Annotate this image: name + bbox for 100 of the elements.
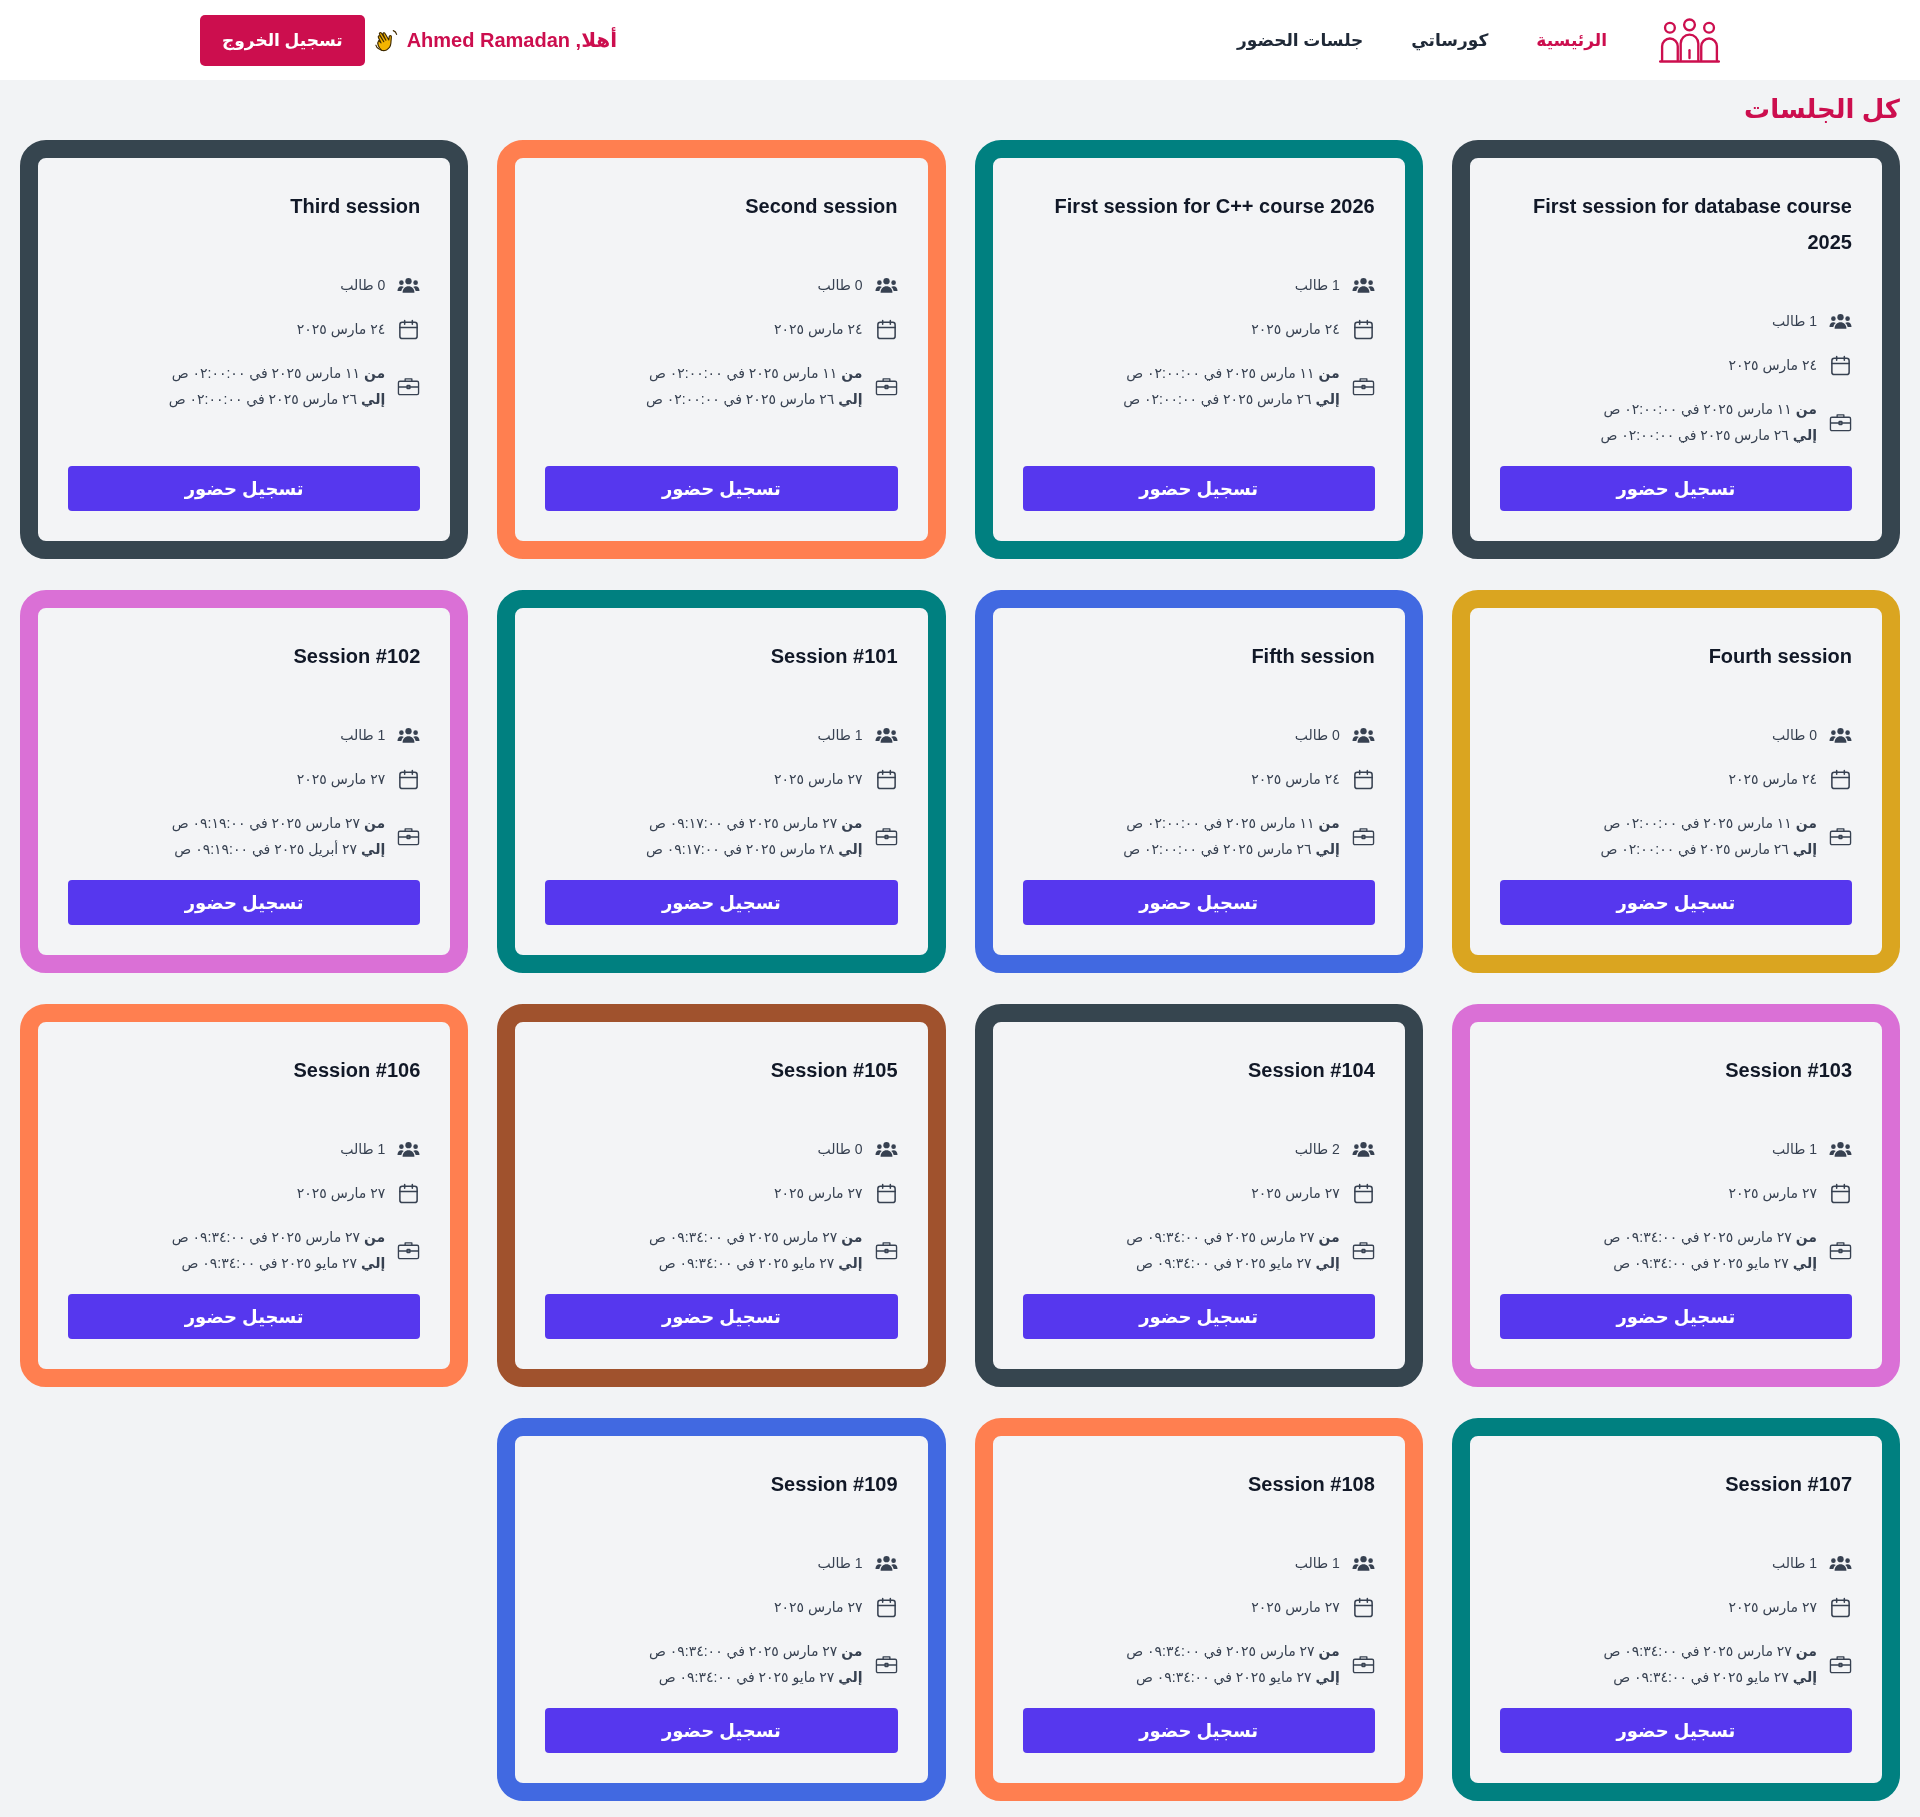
session-date: ٢٤ مارس ٢٠٢٥: [1728, 356, 1817, 376]
attendance-button[interactable]: تسجيل حضور: [1499, 1708, 1852, 1753]
students-count: 2 طالب: [1294, 1140, 1340, 1159]
session-title: First session for C++ course 2026: [1053, 194, 1375, 219]
calendar-icon: [1829, 353, 1852, 377]
end-time-text: إلي ٢٨ مارس ٢٠٢٥ في ٠٩:١٧:٠٠ ص: [645, 840, 863, 860]
start-time-text: من ١١ مارس ٢٠٢٥ في ٠٢:٠٠:٠٠ ص: [1603, 814, 1817, 834]
nav-link[interactable]: الرئيسية: [1536, 29, 1607, 51]
calendar-icon: [397, 317, 421, 341]
session-title: Session #103: [1724, 1058, 1852, 1083]
attendance-button[interactable]: تسجيل حضور: [545, 1294, 898, 1339]
start-time-text: من ٢٧ مارس ٢٠٢٥ في ٠٩:٣٤:٠٠ ص: [648, 1228, 863, 1248]
students-count: 0 طالب: [1294, 726, 1340, 745]
attendance-button[interactable]: تسجيل حضور: [1022, 1708, 1375, 1753]
session-date: ٢٧ مارس ٢٠٢٥: [1728, 1184, 1817, 1204]
students-count: 1 طالب: [340, 726, 386, 745]
nav-link[interactable]: جلسات الحضور: [1237, 29, 1364, 51]
students-count: 1 طالب: [340, 1140, 386, 1159]
session-date: ٢٧ مارس ٢٠٢٥: [773, 770, 863, 790]
people-group-logo-icon[interactable]: [1659, 17, 1720, 63]
students-count: 1 طالب: [1771, 1140, 1817, 1159]
attendance-button[interactable]: تسجيل حضور: [1499, 880, 1852, 925]
start-time-text: من ١١ مارس ٢٠٢٥ في ٠٢:٠٠:٠٠ ص: [648, 364, 863, 384]
end-time-text: إلي ٢٦ مارس ٢٠٢٥ في ٠٢:٠٠:٠٠ ص: [168, 390, 386, 410]
students-count: 0 طالب: [817, 276, 863, 295]
session-date: ٢٧ مارس ٢٠٢٥: [1728, 1598, 1817, 1618]
start-time-text: من ٢٧ مارس ٢٠٢٥ في ٠٩:٣٤:٠٠ ص: [171, 1228, 386, 1248]
students-count: 1 طالب: [817, 726, 863, 745]
end-time-text: إلي ٢٦ مارس ٢٠٢٥ في ٠٢:٠٠:٠٠ ص: [1600, 426, 1817, 446]
calendar-icon: [1351, 1595, 1375, 1619]
calendar-icon: [1351, 767, 1375, 791]
attendance-button[interactable]: تسجيل حضور: [545, 466, 898, 511]
start-time-text: من ٢٧ مارس ٢٠٢٥ في ٠٩:٣٤:٠٠ ص: [1126, 1228, 1340, 1248]
waving-hand-icon: [373, 27, 399, 53]
session-title: Fourth session: [1707, 644, 1852, 669]
students-count: 1 طالب: [817, 1554, 863, 1573]
page-title: كل الجلسات: [1743, 93, 1900, 126]
session-title: Second session: [744, 194, 898, 219]
end-time-text: إلي ٢٦ مارس ٢٠٢٥ في ٠٢:٠٠:٠٠ ص: [645, 390, 863, 410]
students-count: 0 طالب: [340, 276, 386, 295]
session-date: ٢٧ مارس ٢٠٢٥: [296, 770, 386, 790]
start-time-text: من ٢٧ مارس ٢٠٢٥ في ٠٩:١٩:٠٠ ص: [171, 814, 386, 834]
session-date: ٢٧ مارس ٢٠٢٥: [1251, 1184, 1340, 1204]
session-date: ٢٧ مارس ٢٠٢٥: [773, 1598, 863, 1618]
session-date: ٢٤ مارس ٢٠٢٥: [296, 320, 386, 340]
session-date: ٢٧ مارس ٢٠٢٥: [296, 1184, 386, 1204]
session-date: ٢٤ مارس ٢٠٢٥: [1251, 770, 1340, 790]
end-time-text: إلي ٢٦ مارس ٢٠٢٥ في ٠٢:٠٠:٠٠ ص: [1123, 390, 1340, 410]
attendance-button[interactable]: تسجيل حضور: [545, 880, 898, 925]
session-date: ٢٤ مارس ٢٠٢٥: [1251, 320, 1340, 340]
end-time-text: إلي ٢٧ أبريل ٢٠٢٥ في ٠٩:١٩:٠٠ ص: [174, 839, 386, 860]
calendar-icon: [874, 317, 898, 341]
session-date: ٢٧ مارس ٢٠٢٥: [1251, 1598, 1340, 1618]
students-count: 1 طالب: [1294, 276, 1340, 295]
start-time-text: من ٢٧ مارس ٢٠٢٥ في ٠٩:٣٤:٠٠ ص: [648, 1642, 863, 1662]
end-time-text: إلي ٢٧ مايو ٢٠٢٥ في ٠٩:٣٤:٠٠ ص: [658, 1254, 863, 1274]
attendance-button[interactable]: تسجيل حضور: [545, 1708, 898, 1753]
end-time-text: إلي ٢٧ مايو ٢٠٢٥ في ٠٩:٣٤:٠٠ ص: [1135, 1254, 1340, 1274]
attendance-button[interactable]: تسجيل حضور: [68, 1294, 421, 1339]
nav-link[interactable]: كورساتي: [1411, 29, 1489, 51]
session-date: ٢٧ مارس ٢٠٢٥: [773, 1184, 863, 1204]
students-count: 0 طالب: [817, 1140, 863, 1159]
session-title: Session #106: [292, 1058, 421, 1083]
calendar-icon: [1351, 317, 1375, 341]
calendar-icon: [1829, 1595, 1852, 1619]
session-title: Session #104: [1247, 1058, 1375, 1083]
students-count: 1 طالب: [1294, 1554, 1340, 1573]
attendance-button[interactable]: تسجيل حضور: [1022, 880, 1375, 925]
start-time-text: من ١١ مارس ٢٠٢٥ في ٠٢:٠٠:٠٠ ص: [1126, 364, 1340, 384]
students-count: 1 طالب: [1771, 312, 1817, 331]
students-count: 0 طالب: [1771, 726, 1817, 745]
attendance-button[interactable]: تسجيل حضور: [1499, 466, 1852, 511]
session-title: Third session: [289, 194, 421, 219]
attendance-button[interactable]: تسجيل حضور: [1499, 1294, 1852, 1339]
students-count: 1 طالب: [1771, 1554, 1817, 1573]
calendar-icon: [874, 1595, 898, 1619]
end-time-text: إلي ٢٧ مايو ٢٠٢٥ في ٠٩:٣٤:٠٠ ص: [1613, 1254, 1817, 1274]
session-title: Fifth session: [1250, 644, 1375, 669]
session-title: Session #109: [769, 1472, 898, 1497]
calendar-icon: [397, 1181, 421, 1205]
attendance-button[interactable]: تسجيل حضور: [68, 466, 421, 511]
session-title: First session for database course 2025: [1532, 194, 1852, 255]
end-time-text: إلي ٢٧ مايو ٢٠٢٥ في ٠٩:٣٤:٠٠ ص: [1613, 1668, 1817, 1688]
start-time-text: من ٢٧ مارس ٢٠٢٥ في ٠٩:٣٤:٠٠ ص: [1603, 1228, 1817, 1248]
calendar-icon: [874, 1181, 898, 1205]
logout-button[interactable]: تسجيل الخروج: [200, 14, 365, 66]
session-title: Session #105: [769, 1058, 898, 1083]
start-time-text: من ١١ مارس ٢٠٢٥ في ٠٢:٠٠:٠٠ ص: [171, 364, 386, 384]
calendar-icon: [397, 767, 421, 791]
calendar-icon: [1829, 1181, 1852, 1205]
end-time-text: إلي ٢٦ مارس ٢٠٢٥ في ٠٢:٠٠:٠٠ ص: [1123, 840, 1340, 860]
attendance-button[interactable]: تسجيل حضور: [1022, 466, 1375, 511]
end-time-text: إلي ٢٧ مايو ٢٠٢٥ في ٠٩:٣٤:٠٠ ص: [181, 1254, 386, 1274]
attendance-button[interactable]: تسجيل حضور: [68, 880, 421, 925]
end-time-text: إلي ٢٦ مارس ٢٠٢٥ في ٠٢:٠٠:٠٠ ص: [1600, 840, 1817, 860]
session-title: Session #101: [769, 644, 898, 669]
start-time-text: من ٢٧ مارس ٢٠٢٥ في ٠٩:٣٤:٠٠ ص: [1603, 1642, 1817, 1662]
session-date: ٢٤ مارس ٢٠٢٥: [773, 320, 863, 340]
attendance-button[interactable]: تسجيل حضور: [1022, 1294, 1375, 1339]
end-time-text: إلي ٢٧ مايو ٢٠٢٥ في ٠٩:٣٤:٠٠ ص: [1135, 1668, 1340, 1688]
